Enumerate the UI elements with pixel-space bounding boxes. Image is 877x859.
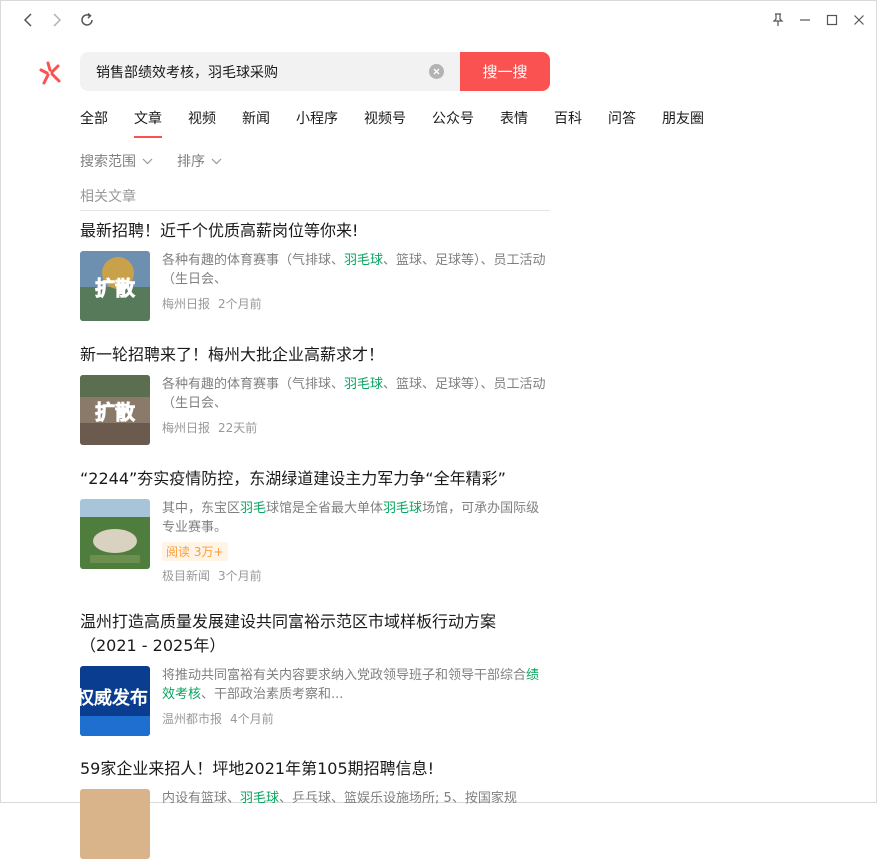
minimize-icon[interactable] (795, 10, 815, 30)
search-logo-icon (38, 60, 64, 86)
maximize-icon[interactable] (822, 10, 842, 30)
result-source: 梅州日报 (162, 297, 211, 311)
search-box (80, 52, 460, 91)
forward-icon[interactable] (47, 10, 67, 30)
close-icon[interactable] (849, 10, 869, 30)
tab-all[interactable]: 全部 (80, 108, 108, 132)
result-title[interactable]: 最新招聘！近千个优质高薪岗位等你来! (80, 219, 552, 243)
result-snippet: 各种有趣的体育赛事（气排球、羽毛球、篮球、足球等）、员工活动（生日会、 (162, 253, 546, 287)
result-item[interactable]: 新一轮招聘来了！梅州大批企业高薪求才！ 扩散 各种有趣的体育赛事（气排球、羽毛球… (80, 343, 552, 445)
result-meta: 梅州日报 2个月前 (162, 295, 552, 312)
result-time: 2个月前 (218, 297, 262, 311)
result-item[interactable]: 59家企业来招人！坪地2021年第105期招聘信息! 内设有篮球、羽毛球、乒乓球… (80, 757, 552, 859)
pin-icon[interactable] (768, 10, 788, 30)
thumbnail-text: 权威发布 (80, 687, 148, 709)
tab-stickers[interactable]: 表情 (500, 108, 528, 132)
tab-channels[interactable]: 视频号 (364, 108, 406, 132)
result-item[interactable]: “2244”夯实疫情防控，东湖绿道建设主力军力争“全年精彩” 其中，东宝区羽毛球… (80, 467, 552, 584)
read-count-badge: 阅读 3万+ (162, 542, 228, 561)
result-meta: 温州都市报 4个月前 (162, 710, 552, 727)
result-title[interactable]: “2244”夯实疫情防控，东湖绿道建设主力军力争“全年精彩” (80, 467, 552, 491)
thumbnail-text: 扩散 (95, 276, 136, 300)
section-title: 相关文章 (80, 189, 136, 205)
window-toolbar (0, 0, 877, 40)
category-tabs: 全部 文章 视频 新闻 小程序 视频号 公众号 表情 百科 问答 朋友圈 (80, 108, 730, 138)
tab-mini-programs[interactable]: 小程序 (296, 108, 338, 132)
result-thumbnail[interactable]: 扩散 (80, 375, 150, 445)
result-snippet: 其中，东宝区羽毛球馆是全省最大单体羽毛球场馆，可承办国际级专业赛事。 (162, 501, 540, 535)
tab-news[interactable]: 新闻 (242, 108, 270, 132)
result-item[interactable]: 温州打造高质量发展建设共同富裕示范区市域样板行动方案（2021 - 2025年）… (80, 610, 552, 736)
result-time: 22天前 (218, 421, 258, 435)
result-source: 极目新闻 (162, 569, 211, 583)
clear-icon[interactable] (429, 64, 444, 79)
result-snippet: 各种有趣的体育赛事（气排球、羽毛球、篮球、足球等）、员工活动（生日会、 (162, 377, 546, 411)
divider (80, 210, 550, 211)
result-source: 梅州日报 (162, 421, 211, 435)
result-source: 温州都市报 (162, 712, 223, 726)
search-range-label: 搜索范围 (80, 154, 136, 170)
result-meta: 梅州日报 22天前 (162, 419, 552, 436)
tab-videos[interactable]: 视频 (188, 108, 216, 132)
result-thumbnail[interactable]: 扩散 (80, 251, 150, 321)
result-meta: 极目新闻 3个月前 (162, 567, 552, 584)
search-button[interactable]: 搜一搜 (460, 52, 550, 91)
result-time: 4个月前 (230, 712, 274, 726)
chevron-down-icon (211, 158, 222, 164)
refresh-icon[interactable] (77, 10, 97, 30)
tab-moments[interactable]: 朋友圈 (662, 108, 704, 132)
search-range-filter[interactable]: 搜索范围 (80, 151, 153, 171)
result-title[interactable]: 新一轮招聘来了！梅州大批企业高薪求才！ (80, 343, 552, 367)
result-title[interactable]: 温州打造高质量发展建设共同富裕示范区市域样板行动方案（2021 - 2025年） (80, 610, 552, 658)
back-icon[interactable] (18, 10, 38, 30)
tab-qa[interactable]: 问答 (608, 108, 636, 132)
result-title[interactable]: 59家企业来招人！坪地2021年第105期招聘信息! (80, 757, 552, 781)
filter-bar: 搜索范围 排序 (80, 151, 246, 171)
search-input[interactable] (96, 52, 416, 91)
chevron-down-icon (142, 158, 153, 164)
result-item[interactable]: 最新招聘！近千个优质高薪岗位等你来! 扩散 各种有趣的体育赛事（气排球、羽毛球、… (80, 219, 552, 321)
result-thumbnail[interactable] (80, 789, 150, 859)
result-snippet: 内设有篮球、羽毛球、乒乓球、篮娱乐设施场所; 5、按国家规 (162, 791, 517, 806)
tab-encyclopedia[interactable]: 百科 (554, 108, 582, 132)
tab-official-accounts[interactable]: 公众号 (432, 108, 474, 132)
thumbnail-text: 扩散 (95, 400, 136, 424)
result-thumbnail[interactable]: 权威发布 (80, 666, 150, 736)
result-snippet: 将推动共同富裕有关内容要求纳入党政领导班子和领导干部综合绩效考核、干部政治素质考… (162, 668, 540, 702)
sort-filter[interactable]: 排序 (177, 151, 222, 171)
result-time: 3个月前 (218, 569, 262, 583)
tab-articles[interactable]: 文章 (134, 108, 162, 138)
sort-label: 排序 (177, 154, 205, 170)
result-thumbnail[interactable] (80, 499, 150, 569)
